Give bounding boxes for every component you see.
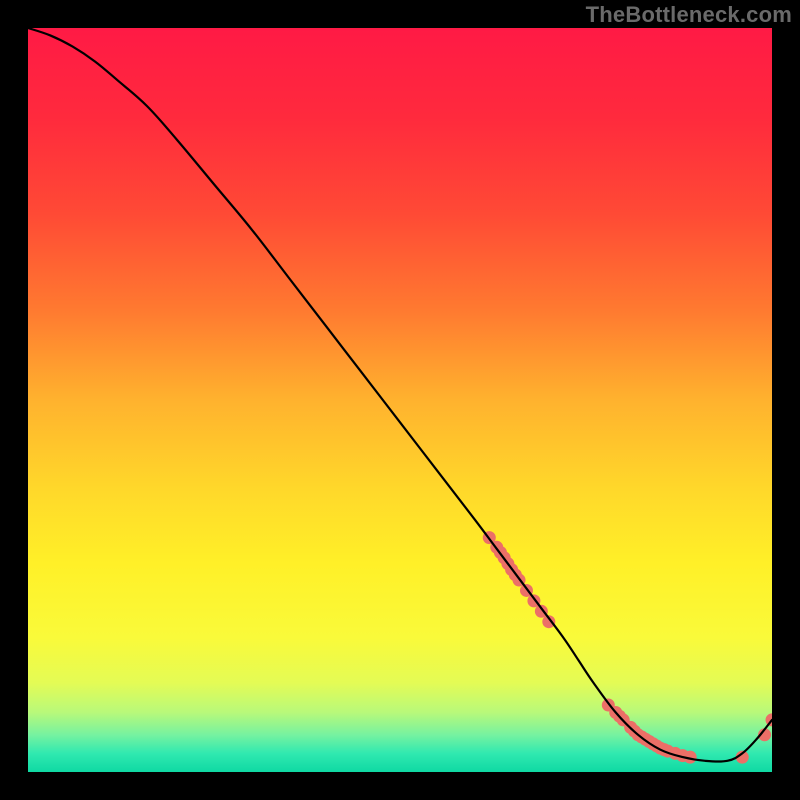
watermark-text: TheBottleneck.com (586, 2, 792, 28)
chart-svg (28, 28, 772, 772)
plot-area (28, 28, 772, 772)
gradient-background (28, 28, 772, 772)
chart-container: TheBottleneck.com (0, 0, 800, 800)
